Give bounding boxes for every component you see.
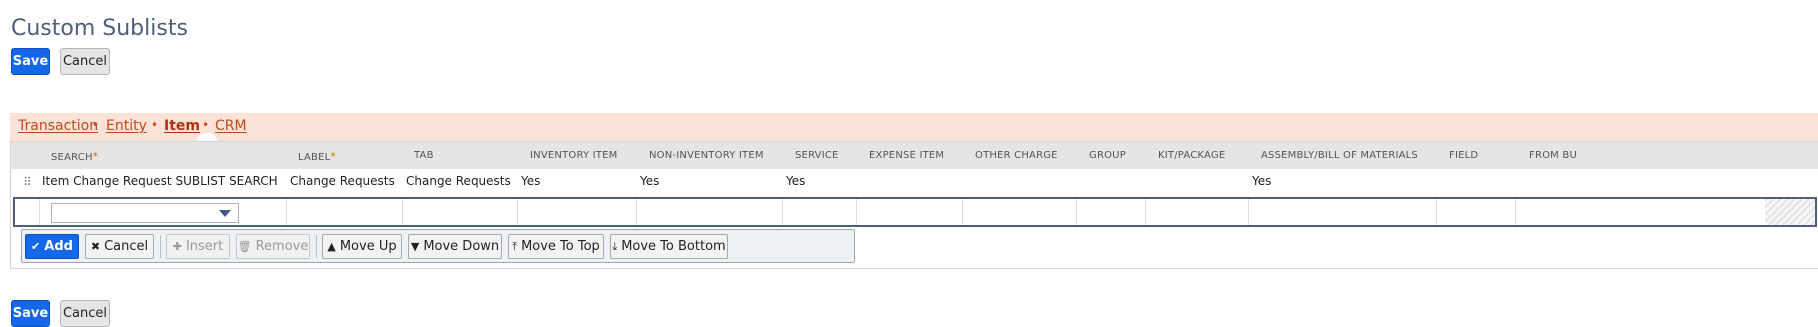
save-button[interactable]: Save: [11, 48, 50, 75]
column-header-row: SEARCH* LABEL* TAB INVENTORY ITEM NON-IN…: [11, 142, 1818, 169]
column-header-other-charge[interactable]: OTHER CHARGE: [975, 150, 1058, 161]
cancel-button-bottom[interactable]: Cancel: [60, 300, 110, 327]
cell-assembly[interactable]: Yes: [1252, 174, 1271, 188]
add-button[interactable]: ✔ Add: [25, 234, 79, 259]
table-row[interactable]: ⠿ Item Change Request SUBLIST SEARCH Cha…: [11, 169, 1818, 194]
required-marker: *: [330, 150, 337, 163]
column-divider: [39, 199, 40, 225]
cancel-line-button[interactable]: ✖ Cancel: [85, 234, 154, 259]
triangle-down-icon: ▼: [410, 240, 420, 253]
separator: [160, 235, 161, 258]
separator: [316, 235, 317, 258]
column-header-from-bu[interactable]: FROM BU: [1529, 150, 1577, 161]
column-divider: [962, 199, 963, 225]
page-title: Custom Sublists: [11, 16, 188, 41]
sublist-action-bar: ✔ Add ✖ Cancel ✚ Insert 🗑 Remove ▲ Move Up ▼ M…: [21, 229, 855, 263]
column-header-assembly[interactable]: ASSEMBLY/BILL OF MATERIALS: [1261, 150, 1418, 161]
arrow-to-bottom-icon: ⤓: [612, 239, 618, 253]
tab-item-dot: •: [202, 118, 210, 132]
cell-inventory-item[interactable]: Yes: [521, 174, 540, 188]
tab-transaction[interactable]: Transaction: [18, 118, 98, 134]
insert-button[interactable]: ✚ Insert: [166, 234, 230, 259]
column-header-tab[interactable]: TAB: [414, 150, 434, 161]
column-header-group[interactable]: GROUP: [1089, 150, 1126, 161]
column-header-field[interactable]: FIELD: [1449, 150, 1478, 161]
x-icon: ✖: [90, 240, 101, 253]
save-button-bottom[interactable]: Save: [11, 300, 50, 327]
trash-icon: 🗑: [237, 240, 252, 253]
move-to-bottom-button[interactable]: ⤓ Move To Bottom: [610, 234, 728, 259]
column-divider: [402, 199, 403, 225]
column-divider: [636, 199, 637, 225]
edit-row: [13, 197, 1817, 227]
tab-item[interactable]: Item: [164, 118, 200, 134]
arrow-to-top-icon: ⤒: [512, 239, 518, 253]
column-divider: [856, 199, 857, 225]
remove-button[interactable]: 🗑 Remove: [236, 234, 310, 259]
move-up-button[interactable]: ▲ Move Up: [322, 234, 402, 259]
tab-entity[interactable]: Entity: [106, 118, 147, 134]
tab-entity-dot: •: [151, 118, 159, 132]
column-divider: [1145, 199, 1146, 225]
column-header-kit-package[interactable]: KIT/PACKAGE: [1158, 150, 1225, 161]
move-to-top-button[interactable]: ⤒ Move To Top: [508, 234, 604, 259]
cell-service[interactable]: Yes: [786, 174, 805, 188]
active-tab-indicator: [197, 133, 217, 141]
custom-sublist-grid: SEARCH* LABEL* TAB INVENTORY ITEM NON-IN…: [10, 141, 1818, 269]
column-divider: [1076, 199, 1077, 225]
triangle-up-icon: ▲: [327, 240, 336, 253]
column-header-search[interactable]: SEARCH*: [51, 150, 98, 163]
column-header-non-inventory-item[interactable]: NON-INVENTORY ITEM: [649, 150, 764, 161]
column-header-expense-item[interactable]: EXPENSE ITEM: [869, 150, 944, 161]
cell-tab[interactable]: Change Requests: [406, 174, 511, 188]
plus-icon: ✚: [172, 240, 182, 253]
column-header-inventory-item[interactable]: INVENTORY ITEM: [530, 150, 617, 161]
cell-non-inventory-item[interactable]: Yes: [640, 174, 659, 188]
search-select[interactable]: [51, 203, 239, 223]
tab-transaction-dot: •: [92, 118, 100, 132]
disabled-cell-pattern: [1765, 199, 1815, 225]
chevron-down-icon[interactable]: [219, 210, 231, 217]
check-icon: ✔: [31, 240, 41, 253]
column-divider: [782, 199, 783, 225]
required-marker: *: [92, 150, 99, 163]
drag-handle-icon[interactable]: ⠿: [23, 175, 32, 189]
column-divider: [286, 199, 287, 225]
subtab-bar: Transaction • Entity • Item • CRM: [10, 113, 1818, 141]
column-header-service[interactable]: SERVICE: [795, 150, 839, 161]
column-divider: [1515, 199, 1516, 225]
cell-label[interactable]: Change Requests: [290, 174, 395, 188]
tab-crm[interactable]: CRM: [215, 118, 247, 134]
column-divider: [1248, 199, 1249, 225]
column-header-label[interactable]: LABEL*: [298, 150, 336, 163]
cell-search[interactable]: Item Change Request SUBLIST SEARCH: [42, 174, 278, 188]
column-divider: [517, 199, 518, 225]
cancel-button[interactable]: Cancel: [60, 48, 110, 75]
move-down-button[interactable]: ▼ Move Down: [408, 234, 502, 259]
column-divider: [1436, 199, 1437, 225]
